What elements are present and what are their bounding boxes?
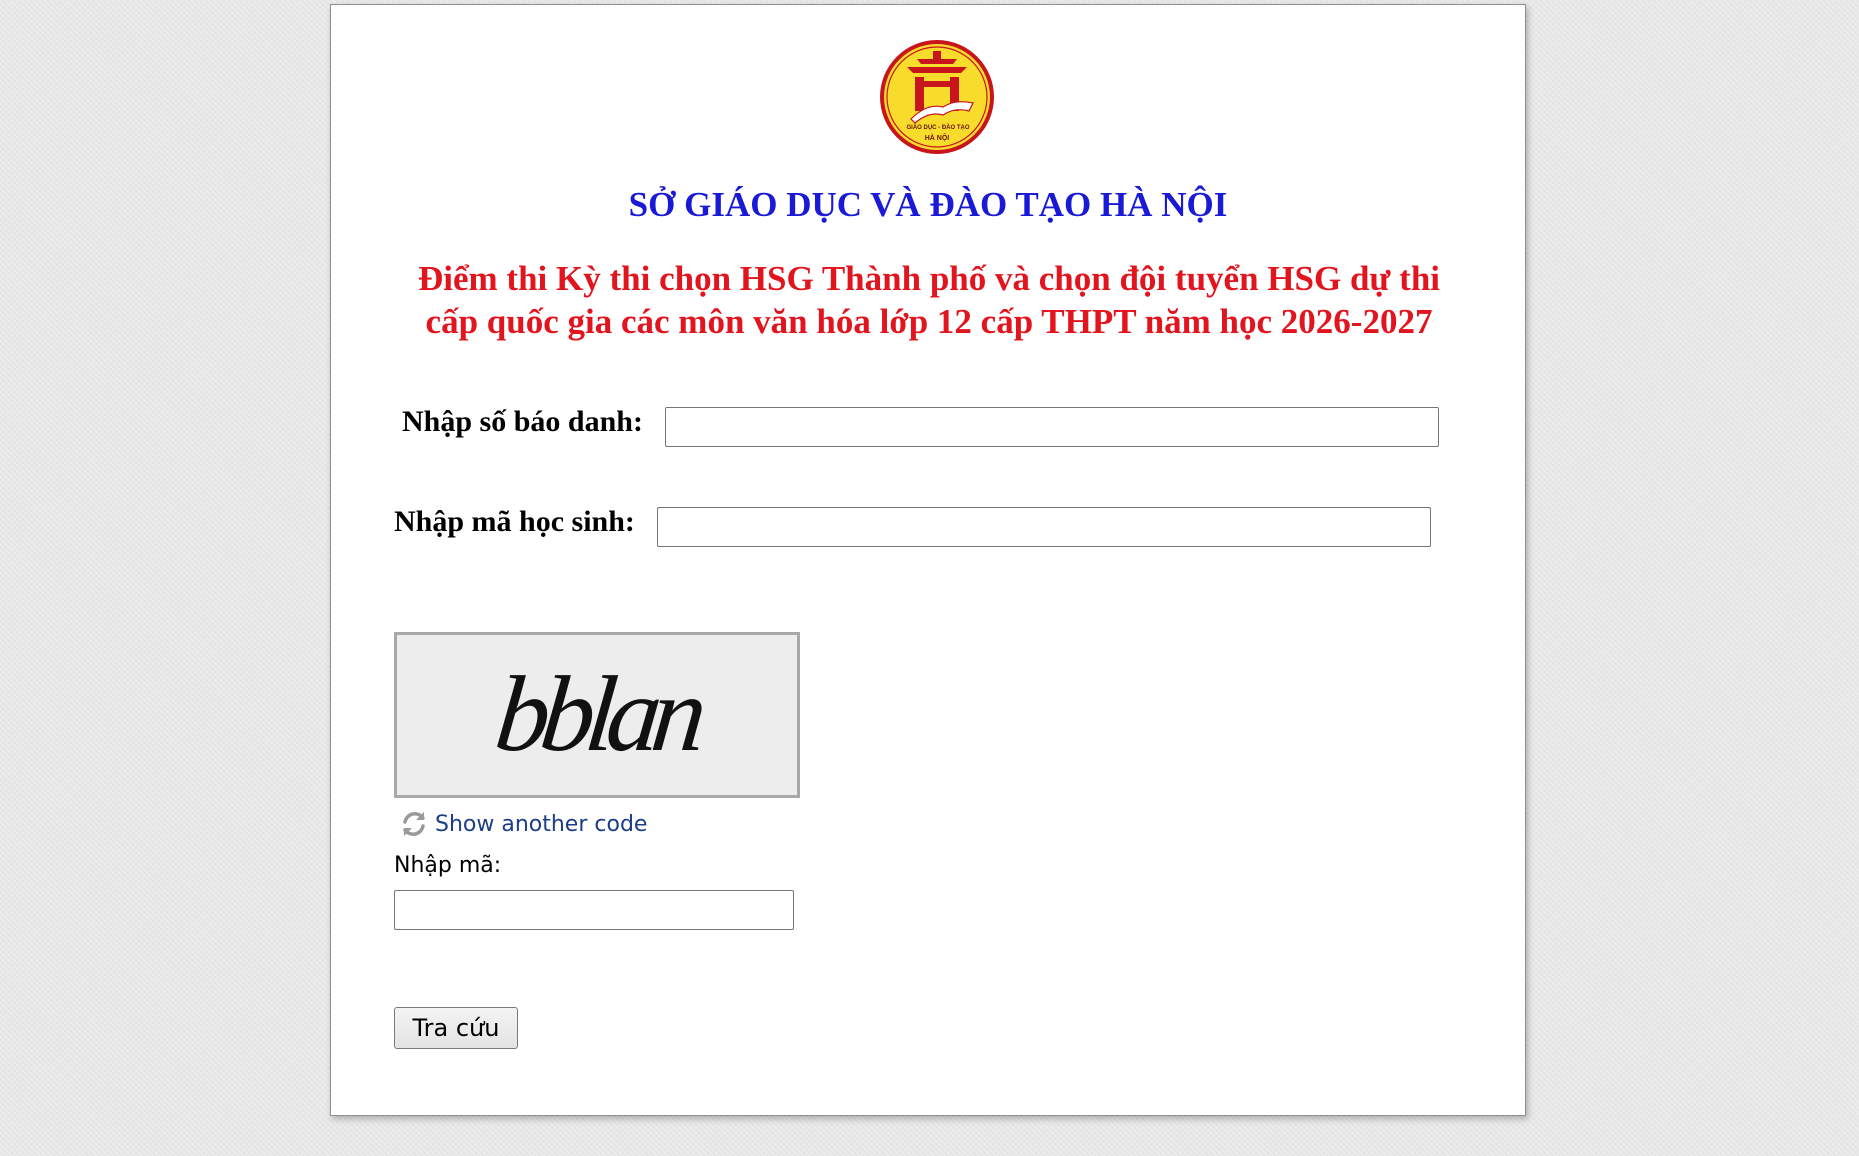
show-another-code-link[interactable]: Show another code [399, 809, 647, 839]
captcha-input[interactable] [394, 890, 794, 930]
logo-text-bottom: HÀ NỘI [925, 133, 950, 142]
refresh-icon[interactable] [399, 809, 429, 839]
candidate-number-label: Nhập số báo danh: [402, 405, 643, 438]
department-title: SỞ GIÁO DỤC VÀ ĐÀO TẠO HÀ NỘI [628, 185, 1228, 224]
student-code-input[interactable] [657, 507, 1431, 547]
student-code-label: Nhập mã học sinh: [394, 505, 635, 538]
lookup-button[interactable]: Tra cứu [394, 1007, 518, 1049]
captcha-input-label: Nhập mã: [394, 853, 502, 878]
department-logo: GIÁO DỤC - ĐÀO TẠO HÀ NỘI [877, 37, 997, 157]
exam-title: Điểm thi Kỳ thi chọn HSG Thành phố và ch… [417, 259, 1441, 341]
lookup-panel: GIÁO DỤC - ĐÀO TẠO HÀ NỘI SỞ GIÁO DỤC VÀ… [330, 4, 1526, 1116]
show-another-code-label[interactable]: Show another code [435, 812, 647, 837]
captcha-image: bblan [394, 632, 800, 798]
candidate-number-input[interactable] [665, 407, 1439, 447]
logo-text-top: GIÁO DỤC - ĐÀO TẠO [907, 124, 970, 131]
captcha-text: bblan [490, 655, 704, 774]
logo-emblem: GIÁO DỤC - ĐÀO TẠO HÀ NỘI [880, 40, 994, 154]
